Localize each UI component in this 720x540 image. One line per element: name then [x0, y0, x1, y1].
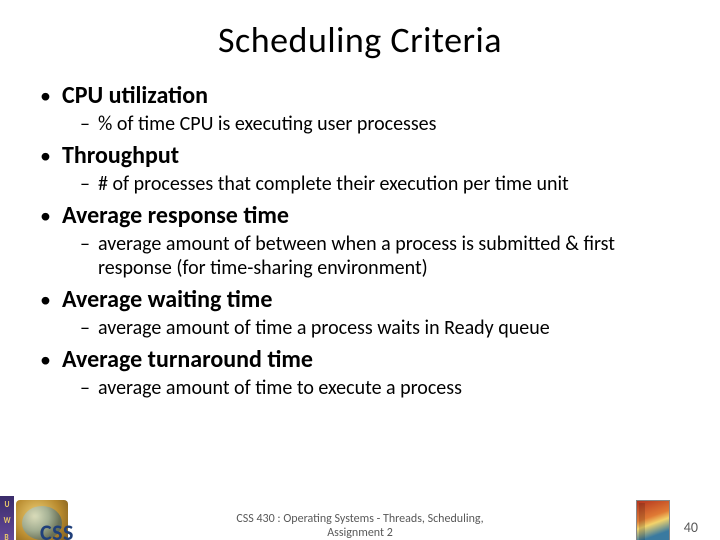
logo-left: UWB CSS — [0, 496, 110, 540]
bullet-icon: • — [40, 286, 62, 314]
dash-icon: – — [80, 172, 98, 196]
dash-icon: – — [80, 316, 98, 340]
sub-text: average amount of time to execute a proc… — [98, 376, 462, 400]
footer-line1: CSS 430 : Operating Systems - Threads, S… — [236, 512, 483, 526]
sub-item: – average amount of time to execute a pr… — [80, 376, 686, 400]
bullet-icon: • — [40, 142, 62, 170]
sub-item: – % of time CPU is executing user proces… — [80, 112, 686, 136]
list-item: • Average response time – average amount… — [40, 202, 686, 280]
list-item: • Average waiting time – average amount … — [40, 286, 686, 340]
sub-item: – # of processes that complete their exe… — [80, 172, 686, 196]
bullet-label: CPU utilization — [62, 82, 208, 110]
dash-icon: – — [80, 376, 98, 400]
footer-text: CSS 430 : Operating Systems - Threads, S… — [236, 512, 483, 540]
dash-icon: – — [80, 232, 98, 256]
bullet-icon: • — [40, 82, 62, 110]
footer-line2: Assignment 2 — [236, 526, 483, 540]
slide: Scheduling Criteria • CPU utilization – … — [0, 18, 720, 540]
bullet-label: Throughput — [62, 142, 179, 170]
sub-item: – average amount of between when a proce… — [80, 232, 686, 280]
list-item: • Average turnaround time – average amou… — [40, 346, 686, 400]
bullet-icon: • — [40, 202, 62, 230]
content-area: • CPU utilization – % of time CPU is exe… — [0, 82, 720, 400]
bullet-label: Average response time — [62, 202, 289, 230]
sub-item: – average amount of time a process waits… — [80, 316, 686, 340]
slide-title: Scheduling Criteria — [0, 18, 720, 62]
sub-text: # of processes that complete their execu… — [98, 172, 569, 196]
sub-text: average amount of between when a process… — [98, 232, 686, 280]
list-item: • Throughput – # of processes that compl… — [40, 142, 686, 196]
sub-text: average amount of time a process waits i… — [98, 316, 550, 340]
footer: UWB CSS CSS 430 : Operating Systems - Th… — [0, 496, 720, 540]
page-number: 40 — [684, 519, 698, 536]
list-item: • CPU utilization – % of time CPU is exe… — [40, 82, 686, 136]
uwb-logo: UWB — [0, 496, 14, 540]
bullet-list: • CPU utilization – % of time CPU is exe… — [40, 82, 686, 400]
book-icon — [636, 500, 670, 540]
css-logo-text: CSS — [40, 519, 74, 540]
dash-icon: – — [80, 112, 98, 136]
bullet-label: Average turnaround time — [62, 346, 313, 374]
bullet-icon: • — [40, 346, 62, 374]
sub-text: % of time CPU is executing user processe… — [98, 112, 436, 136]
bullet-label: Average waiting time — [62, 286, 272, 314]
